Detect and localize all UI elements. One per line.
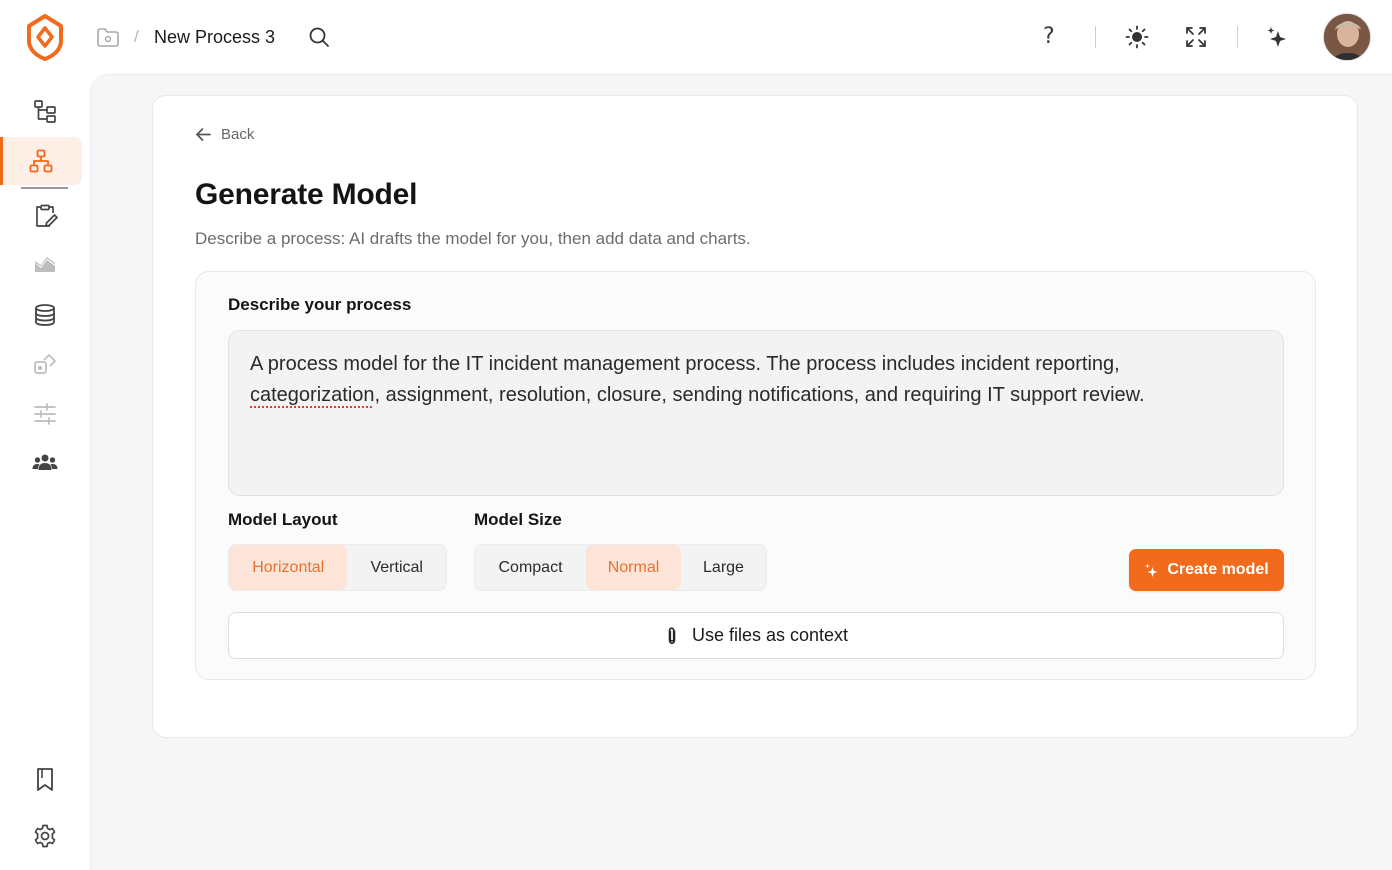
use-files-button[interactable]: Use files as context	[228, 612, 1284, 659]
size-normal-button[interactable]: Normal	[586, 545, 681, 590]
sidebar-item-team[interactable]	[0, 439, 90, 487]
arrow-left-icon	[196, 128, 211, 141]
model-size-toggle: Compact Normal Large	[474, 544, 767, 591]
top-bar: / New Process 3 ?	[0, 0, 1392, 74]
toolbar-divider	[1237, 26, 1238, 48]
help-icon[interactable]: ?	[1043, 24, 1055, 49]
folder-icon[interactable]	[96, 26, 120, 48]
sidebar-item-model[interactable]	[0, 137, 82, 185]
database-icon	[35, 304, 55, 326]
app-logo-icon[interactable]	[24, 13, 66, 61]
sidebar-item-tasks[interactable]	[0, 192, 90, 240]
ai-sparkle-icon[interactable]	[1265, 25, 1289, 49]
theme-sun-icon[interactable]	[1125, 25, 1149, 49]
size-compact-button[interactable]: Compact	[475, 545, 586, 590]
fullscreen-icon[interactable]	[1184, 25, 1208, 49]
share-box-icon	[34, 354, 56, 374]
description-text: , assignment, resolution, closure, sendi…	[374, 384, 1145, 406]
sidebar-item-structure[interactable]	[0, 87, 90, 135]
create-model-button[interactable]: Create model	[1129, 549, 1284, 591]
clipboard-edit-icon	[36, 204, 58, 227]
layout-vertical-button[interactable]: Vertical	[347, 545, 446, 590]
misspelled-word: categorization	[250, 384, 375, 406]
sidebar-item-settings[interactable]	[0, 812, 90, 860]
layout-horizontal-button[interactable]: Horizontal	[229, 545, 348, 590]
model-size-label: Model Size	[474, 510, 562, 529]
process-description-input[interactable]: A process model for the IT incident mana…	[228, 330, 1284, 496]
sidebar-item-data[interactable]	[0, 291, 90, 339]
sidebar-item-analytics[interactable]	[0, 241, 90, 289]
breadcrumb-separator: /	[134, 27, 139, 46]
size-large-button[interactable]: Large	[681, 545, 766, 590]
back-label: Back	[221, 126, 255, 143]
generate-model-card: Back Generate Model Describe a process: …	[152, 95, 1358, 738]
paperclip-icon	[668, 626, 676, 644]
sliders-icon	[34, 403, 56, 425]
sparkle-icon	[1145, 563, 1158, 577]
model-layout-label: Model Layout	[228, 510, 338, 529]
users-icon	[32, 454, 58, 470]
settings-gear-icon	[34, 824, 56, 848]
tree-structure-icon	[34, 100, 56, 123]
sidebar-item-controls[interactable]	[0, 390, 90, 438]
back-link[interactable]: Back	[195, 126, 254, 143]
description-text: A process model for the IT incident mana…	[250, 353, 1120, 375]
sidebar-item-export[interactable]	[0, 340, 90, 388]
active-indicator-line	[21, 187, 68, 189]
process-title[interactable]: New Process 3	[154, 27, 275, 48]
sidebar	[0, 74, 90, 870]
hierarchy-icon	[29, 149, 53, 173]
use-files-label: Use files as context	[691, 625, 849, 645]
page-title: Generate Model	[195, 178, 418, 211]
search-icon[interactable]	[308, 26, 330, 48]
user-avatar[interactable]	[1323, 13, 1371, 61]
bookmark-icon	[37, 768, 53, 791]
create-model-label: Create model	[1167, 561, 1269, 578]
sidebar-item-bookmarks[interactable]	[0, 755, 90, 803]
model-layout-toggle: Horizontal Vertical	[228, 544, 447, 591]
mountain-chart-icon	[35, 257, 55, 272]
generate-form: Describe your process A process model fo…	[195, 271, 1316, 680]
page-subtitle: Describe a process: AI drafts the model …	[195, 229, 751, 248]
describe-label: Describe your process	[228, 295, 412, 314]
toolbar-divider	[1095, 26, 1096, 48]
